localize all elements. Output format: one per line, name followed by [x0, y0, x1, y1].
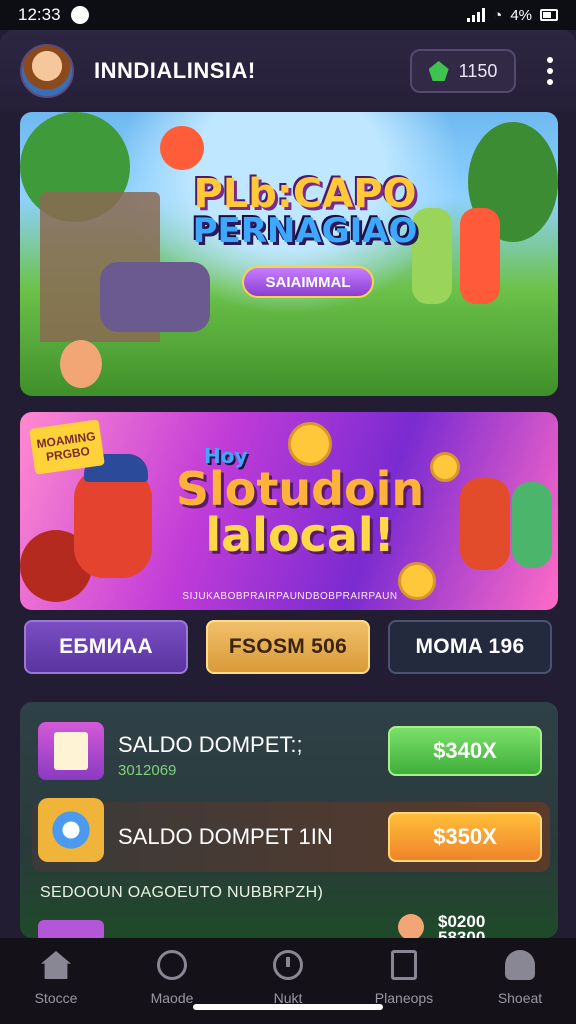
battery-text: 4%	[510, 6, 532, 24]
nav-item-profile[interactable]: Shoeat	[478, 938, 562, 1024]
nav-label: Shoeat	[497, 990, 543, 1006]
promo-title-line3: lalocal!	[205, 508, 395, 562]
home-icon	[41, 951, 71, 979]
hero-banner-title: PLb:CAPO PERNAGIAO	[190, 174, 420, 248]
clock-icon	[273, 950, 303, 980]
user-icon	[505, 950, 535, 980]
promo-banner-title: Hoy Slotudoin lalocal!	[160, 446, 440, 558]
promo-badge: MOAMING PRGBO	[29, 419, 105, 475]
hero-title-line2: PERNAGIAO	[192, 211, 418, 251]
topup-button[interactable]: $340X	[388, 726, 542, 776]
nav-item-mode[interactable]: Maode	[130, 938, 214, 1024]
status-bar: 12:33 ◔ 4%	[0, 0, 576, 30]
nav-label: Stoсce	[34, 990, 78, 1006]
coin-balance[interactable]: 1150	[410, 49, 516, 93]
signal-icon	[467, 8, 486, 22]
character-illustration	[460, 208, 500, 304]
nav-label: Planeops	[374, 990, 434, 1006]
tab-3[interactable]: MOMA 196	[388, 620, 552, 674]
home-indicator[interactable]	[193, 1004, 383, 1010]
wallet-label: SALDO DOMPET:;	[118, 732, 303, 757]
promo-text: SEDOOUN OAGOEUTO NUBBRPZH)	[40, 884, 324, 901]
gem-icon	[428, 61, 449, 81]
topup-button[interactable]: $350X	[388, 812, 542, 862]
promo-title-line2: Slotudoin	[175, 462, 425, 516]
character-illustration	[74, 468, 152, 578]
wallet-row: SALDO DOMPET:; 3012069 $340X	[20, 722, 558, 782]
car-illustration	[100, 262, 210, 332]
nav-item-next[interactable]: Nukt	[246, 938, 330, 1024]
character-illustration	[60, 340, 102, 388]
wallet-row: SALDO DOMPET 1IN $350X	[32, 798, 550, 872]
category-tabs: EБMИAA FSOSM 506 MOMA 196	[24, 620, 552, 674]
nav-item-pages[interactable]: Planeops	[362, 938, 446, 1024]
hero-banner[interactable]: PLb:CAPO PERNAGIAO SAIAIMMAL	[20, 112, 558, 396]
notification-icon	[70, 6, 89, 24]
coin-balance-value: 1150	[458, 60, 498, 81]
app-title: INNDIALINSIA!	[94, 58, 256, 83]
pages-icon	[391, 950, 417, 980]
status-time: 12:33	[18, 5, 61, 24]
nav-label: Maode	[150, 990, 194, 1006]
wallet-panel: SALDO DOMPET:; 3012069 $340X SALDO DOMPE…	[20, 702, 558, 938]
promo-banner-footer: SIJUKABOBPRAIRPAUNDBOBPRAIRPAUN	[182, 591, 398, 602]
ticket-icon	[38, 722, 104, 780]
hero-title-line1: PLb:CAPO	[193, 171, 417, 217]
tab-2[interactable]: FSOSM 506	[206, 620, 370, 674]
more-menu-icon[interactable]	[544, 57, 556, 85]
mode-icon	[157, 950, 187, 980]
app-header: INNDIALINSIA! 1150	[0, 30, 576, 112]
character-icon	[38, 798, 104, 862]
promo-banner[interactable]: MOAMING PRGBO Hoy Slotudoin lalocal! SIJ…	[20, 412, 558, 610]
bottom-nav: Stoсce Maode Nukt Planeops Shoeat	[0, 938, 576, 1024]
wifi-icon: ◔	[493, 6, 503, 24]
wallet-label: SALDO DOMPET 1IN	[118, 824, 333, 849]
avatar[interactable]	[20, 44, 74, 98]
hero-banner-button[interactable]: SAIAIMMAL	[242, 266, 374, 298]
battery-icon	[540, 9, 558, 21]
character-illustration	[460, 478, 510, 570]
nav-item-home[interactable]: Stoсce	[14, 938, 98, 1024]
character-illustration	[512, 482, 552, 568]
character-illustration	[160, 126, 204, 170]
wallet-sub-value: 3012069	[118, 762, 177, 779]
tab-1[interactable]: EБMИAA	[24, 620, 188, 674]
character-icon	[398, 914, 424, 940]
